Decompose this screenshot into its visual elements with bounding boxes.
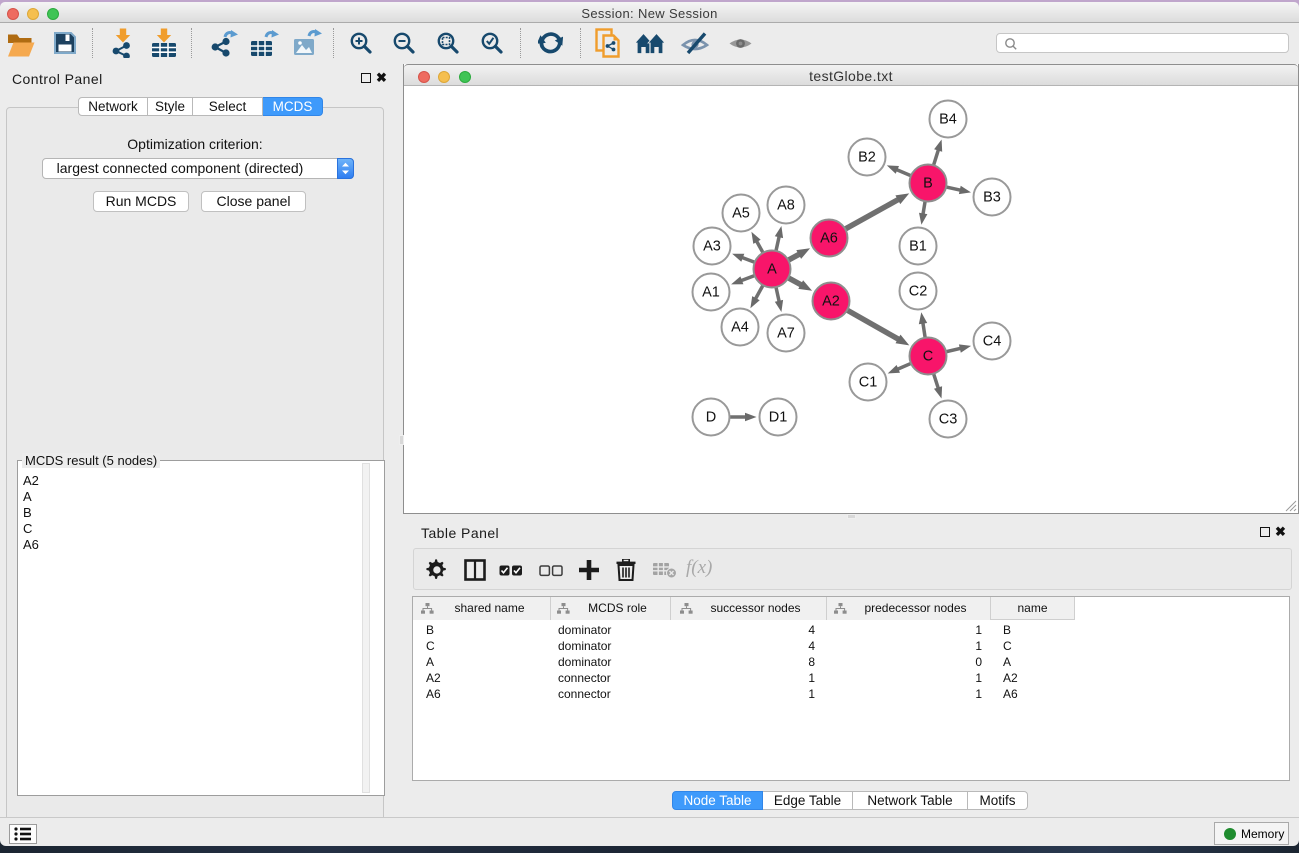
svg-text:A5: A5 (732, 206, 750, 222)
svg-text:A: A (767, 262, 777, 278)
svg-text:D1: D1 (769, 410, 788, 426)
svg-text:C4: C4 (983, 334, 1002, 350)
svg-text:B3: B3 (983, 190, 1001, 206)
svg-text:B2: B2 (858, 150, 876, 166)
svg-text:A7: A7 (777, 326, 795, 342)
svg-text:A3: A3 (703, 239, 721, 255)
svg-text:B: B (923, 176, 933, 192)
svg-text:C3: C3 (939, 412, 958, 428)
svg-text:A2: A2 (822, 294, 840, 310)
svg-text:D: D (706, 410, 716, 426)
svg-text:A8: A8 (777, 198, 795, 214)
svg-text:C1: C1 (859, 375, 878, 391)
svg-text:C: C (923, 349, 933, 365)
svg-text:B4: B4 (939, 112, 957, 128)
svg-text:A1: A1 (702, 285, 720, 301)
svg-text:A4: A4 (731, 320, 749, 336)
svg-text:A6: A6 (820, 231, 838, 247)
svg-text:B1: B1 (909, 239, 927, 255)
svg-text:C2: C2 (909, 284, 928, 300)
